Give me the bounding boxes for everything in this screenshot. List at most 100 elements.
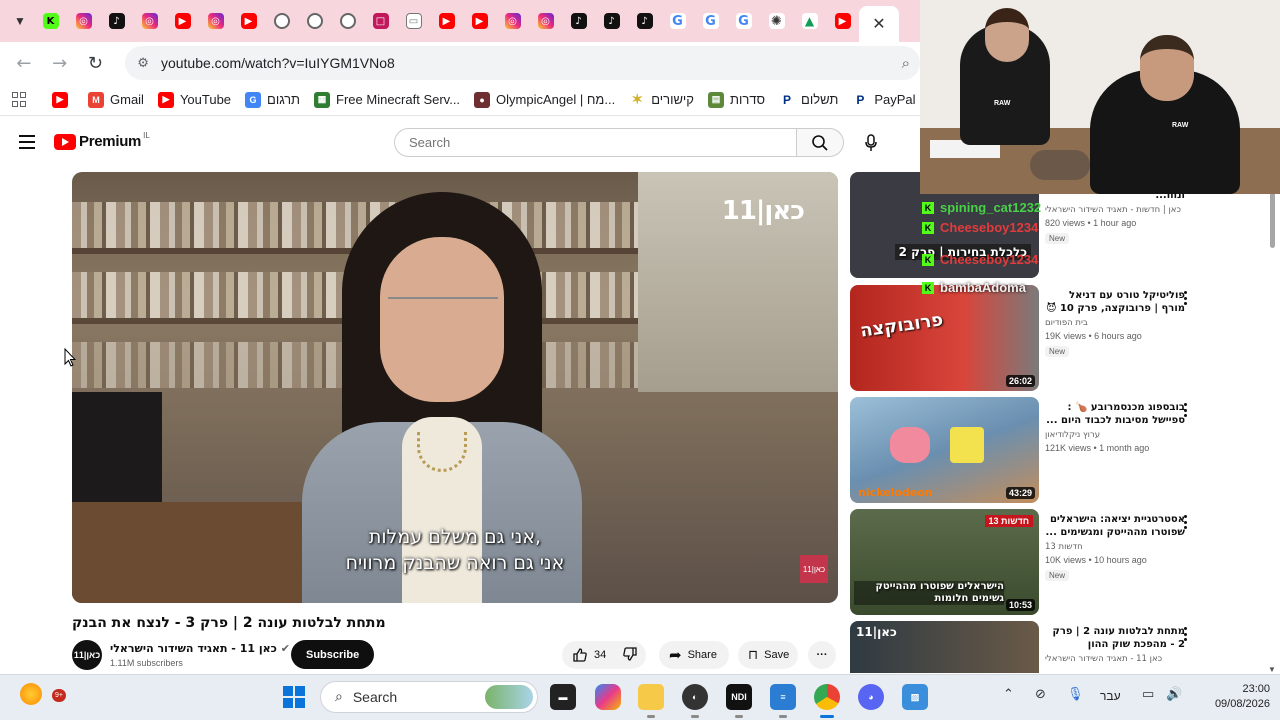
back-button[interactable]: ← [6, 53, 42, 74]
related-video[interactable]: פרובוקצה 26:02 פוליטיקל טורט עם דניאל מו… [850, 285, 1270, 391]
bookmark-gmail[interactable]: M Gmail [88, 91, 144, 108]
video-title: מתחת לבלטות עונה 2 | פרק 2 - מהפכת שוק ה… [1052, 626, 1185, 650]
copilot-icon[interactable] [595, 684, 621, 710]
subscribe-button[interactable]: Subscribe [291, 640, 375, 669]
input-language[interactable]: עבר [1100, 689, 1121, 703]
zoom-icon[interactable]: ⌕ [902, 54, 910, 72]
photos-icon[interactable]: ▨ [902, 684, 928, 710]
show-hidden-icons[interactable]: ⌃ [1003, 687, 1014, 702]
video-player[interactable]: כאן|11 אני גם משלם עמלות, אני גם רואה שה… [72, 172, 838, 603]
apps-grid-icon[interactable] [12, 91, 26, 108]
network-icon[interactable]: ⊘ [1035, 687, 1046, 702]
tab[interactable]: ▶ [232, 5, 265, 37]
forward-button[interactable]: → [42, 53, 78, 74]
search-input[interactable] [394, 128, 796, 157]
bookmark-translate[interactable]: G תרגום [245, 91, 300, 108]
tab[interactable]: ♪ [628, 5, 661, 37]
tab[interactable]: G [661, 5, 694, 37]
tab[interactable]: ▶ [463, 5, 496, 37]
bookmark-series[interactable]: ▤ סדרות [707, 91, 765, 108]
search-icon: ⌕ [335, 689, 343, 705]
taskbar-search[interactable]: ⌕ Search [320, 681, 538, 713]
bookmark-minecraft[interactable]: ▦ Free Minecraft Serv... [314, 91, 460, 108]
tab[interactable] [331, 5, 364, 37]
tab[interactable]: ◎ [133, 5, 166, 37]
site-info-icon[interactable]: ⚙ [137, 56, 149, 71]
youtube-icon: ▶ [157, 91, 174, 108]
tab[interactable]: ▶ [166, 5, 199, 37]
bookmark-paypal[interactable]: P PayPal [852, 92, 915, 108]
related-video[interactable]: nickelodeon 43:29 בובספוג מכנסמרובע 🍗 : … [850, 397, 1270, 503]
youtube-icon: ▶ [52, 91, 68, 108]
clock[interactable]: 23:00 09/08/2026 [1200, 682, 1270, 712]
tab[interactable]: ▭ [397, 5, 430, 37]
start-button[interactable] [283, 686, 305, 708]
video-thumbnail[interactable]: כאן|11 [850, 621, 1039, 673]
omnibox[interactable]: ⚙ youtube.com/watch?v=IuIYGM1VNo8 [125, 46, 921, 80]
channel-avatar[interactable]: כאן|11 [72, 640, 102, 670]
tab[interactable] [265, 5, 298, 37]
tab[interactable]: □ [364, 5, 397, 37]
tiktok-icon: ♪ [603, 13, 620, 29]
app-icon[interactable]: ◐ [682, 684, 708, 710]
discord-icon[interactable]: ◕ [858, 684, 884, 710]
address-bar-row: ← → ↻ ⚙ youtube.com/watch?v=IuIYGM1VNo8 … [0, 42, 921, 84]
tab[interactable]: ♪ [595, 5, 628, 37]
tab[interactable]: ◎ [199, 5, 232, 37]
tab[interactable]: G [694, 5, 727, 37]
active-tab-close-button[interactable]: ✕ [859, 6, 899, 42]
save-button[interactable]: ⊓ Save [738, 641, 798, 669]
tab[interactable]: ◎ [529, 5, 562, 37]
bookmark-youtube[interactable]: ▶ YouTube [157, 91, 231, 108]
more-options-icon[interactable] [1182, 627, 1188, 641]
bookmark-olympicangel[interactable]: ● OlympicAngel | מח... [474, 91, 615, 108]
file-explorer-icon[interactable] [638, 684, 664, 710]
search-button[interactable] [796, 128, 844, 157]
ndi-icon[interactable]: NDI [726, 684, 752, 710]
menu-icon[interactable] [19, 135, 35, 149]
tab[interactable]: ▶ [826, 5, 859, 37]
more-options-icon[interactable] [1182, 291, 1188, 305]
video-thumbnail[interactable]: חדשות 13 הישראלים שפוטרו מההייטק גשימים … [850, 509, 1039, 615]
youtube-logo[interactable]: Premium IL [54, 131, 150, 150]
reload-button[interactable]: ↻ [78, 53, 114, 74]
notepad-icon[interactable]: ≡ [770, 684, 796, 710]
tab[interactable]: ▶ [430, 5, 463, 37]
more-actions-button[interactable]: ··· [808, 641, 836, 669]
tab[interactable]: ▲ [793, 5, 826, 37]
tab-search-dropdown[interactable]: ▼ [6, 7, 34, 35]
related-video[interactable]: חדשות 13 הישראלים שפוטרו מההייטק גשימים … [850, 509, 1270, 615]
dislike-button[interactable] [622, 646, 638, 665]
tab[interactable]: K [34, 5, 67, 37]
microphone-icon[interactable]: 🎙 [1067, 687, 1084, 702]
chrome-icon[interactable] [814, 684, 840, 710]
channel-name[interactable]: כאן 11 - תאגיד השידור הישראלי ✔ [110, 642, 290, 655]
bookmark-youtube-icon-only[interactable]: ▶ [52, 91, 74, 108]
tab[interactable] [298, 5, 331, 37]
display-icon[interactable]: ▭ [1142, 687, 1154, 702]
voice-search-button[interactable] [858, 130, 884, 156]
chat-line: Kspining_cat1232 [922, 198, 1172, 218]
tab[interactable]: ♪ [562, 5, 595, 37]
bookmark-payment[interactable]: P תשלום [779, 92, 838, 108]
channel-name-text: כאן 11 - תאגיד השידור הישראלי [110, 642, 277, 655]
related-video[interactable]: כאן|11 מתחת לבלטות עונה 2 | פרק 2 - מהפכ… [850, 621, 1270, 673]
scroll-down-arrow[interactable]: ▼ [1268, 665, 1276, 674]
tab[interactable]: G [727, 5, 760, 37]
page-scrollbar[interactable]: ▼ [1268, 172, 1277, 674]
widgets-button[interactable]: 9+ [20, 683, 66, 709]
volume-icon[interactable]: 🔊 [1166, 687, 1182, 702]
like-button[interactable]: 34 [572, 647, 606, 663]
bookmark-links[interactable]: ✶ קישורים [629, 91, 694, 108]
tab[interactable]: ◎ [496, 5, 529, 37]
branding-watermark[interactable]: 11|כאן [800, 555, 828, 583]
tab[interactable]: ◎ [67, 5, 100, 37]
file-explorer-icon-dark[interactable]: ▬ [550, 684, 576, 710]
tab[interactable]: ✺ [760, 5, 793, 37]
more-options-icon[interactable] [1182, 515, 1188, 529]
video-thumbnail[interactable]: nickelodeon 43:29 [850, 397, 1039, 503]
tab[interactable]: ♪ [100, 5, 133, 37]
video-thumbnail[interactable]: פרובוקצה 26:02 [850, 285, 1039, 391]
more-options-icon[interactable] [1182, 403, 1188, 417]
share-button[interactable]: ➦ Share [659, 641, 729, 669]
